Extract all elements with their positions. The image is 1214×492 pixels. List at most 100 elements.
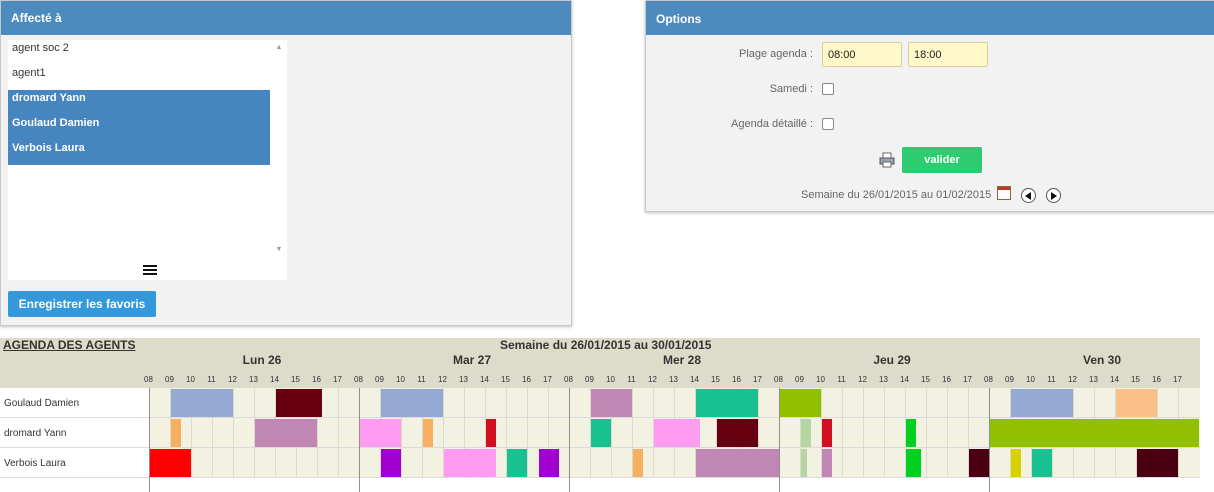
hour-separator [1115,448,1116,478]
hour-separator [485,388,486,418]
detailed-agenda-checkbox[interactable] [822,118,834,130]
hour-separator [947,388,948,418]
hour-separator [233,418,234,448]
appointment-block[interactable] [969,449,989,477]
hour-separator [191,418,192,448]
printer-icon[interactable] [879,152,895,168]
agent-list-item[interactable]: agent soc 2 [8,40,270,65]
save-favorites-button[interactable]: Enregistrer les favoris [8,291,156,317]
scroll-up-arrow-icon[interactable]: ▲ [273,44,285,54]
hour-separator [653,388,654,418]
appointment-block[interactable] [696,389,758,417]
appointment-block[interactable] [822,419,832,447]
appointment-block[interactable] [717,419,758,447]
day-separator [569,388,570,418]
appointment-block[interactable] [150,449,191,477]
hour-label: 16 [522,375,531,384]
agent-list-item[interactable]: agent1 [8,65,270,90]
agenda-row[interactable] [149,418,1200,448]
agent-row-name: Goulaud Damien [0,388,149,418]
agent-list-item[interactable]: Goulaud Damien [8,115,270,140]
day-label: Ven 30 [1082,353,1122,367]
appointment-block[interactable] [990,419,1199,447]
agent-list-item[interactable]: dromard Yann [8,90,270,115]
next-week-icon[interactable] [1046,188,1061,203]
appointment-block[interactable] [696,449,779,477]
end-time-input[interactable] [908,42,988,67]
start-time-input[interactable] [822,42,902,67]
agenda-row[interactable] [149,448,1200,478]
assigned-to-title: Affecté à [1,1,571,35]
hour-separator [653,448,654,478]
appointment-block[interactable] [906,449,921,477]
appointment-block[interactable] [255,419,317,447]
appointment-block[interactable] [171,389,233,417]
day-separator [359,388,360,418]
hour-separator [590,448,591,478]
appointment-block[interactable] [1032,449,1052,477]
appointment-block[interactable] [276,389,323,417]
hour-separator [527,388,528,418]
agenda-row[interactable] [149,388,1200,418]
hour-separator [674,388,675,418]
hour-separator [947,448,948,478]
hour-separator [758,388,759,418]
detailed-agenda-label: Agenda détaillé : [731,118,813,130]
hour-separator [905,388,906,418]
hour-label: 12 [648,375,657,384]
appointment-block[interactable] [633,449,643,477]
day-separator [569,478,570,492]
appointment-block[interactable] [423,419,433,447]
scroll-down-arrow-icon[interactable]: ▼ [273,246,285,256]
saturday-checkbox[interactable] [822,83,834,95]
hour-separator [863,388,864,418]
hour-label: 10 [816,375,825,384]
hour-separator [338,418,339,448]
appointment-block[interactable] [381,389,443,417]
appointment-block[interactable] [1137,449,1178,477]
range-label: Plage agenda : [738,48,813,60]
hour-separator [758,418,759,448]
appointment-block[interactable] [591,389,632,417]
appointment-block[interactable] [507,449,527,477]
appointment-block[interactable] [486,419,496,447]
hour-separator [443,388,444,418]
hour-label: 09 [585,375,594,384]
options-panel: Options Plage agenda : Samedi : Agenda d… [645,0,1214,212]
appointment-block[interactable] [538,449,559,477]
agenda-header: AGENDA DES AGENTS Semaine du 26/01/2015 … [0,338,1200,388]
hour-separator [464,418,465,448]
appointment-block[interactable] [381,449,401,477]
hour-label: 14 [1110,375,1119,384]
appointment-block[interactable] [1011,449,1021,477]
validate-button[interactable]: valider [902,147,982,173]
appointment-block[interactable] [444,449,496,477]
appointment-block[interactable] [801,449,807,477]
hour-separator [275,448,276,478]
hour-label: 17 [333,375,342,384]
hour-separator [884,388,885,418]
hour-label: 10 [186,375,195,384]
day-separator [779,448,780,478]
list-icon[interactable] [143,265,157,275]
previous-week-icon[interactable] [1021,188,1036,203]
day-label: Mar 27 [452,353,492,367]
appointment-block[interactable] [1011,389,1073,417]
appointment-block[interactable] [1116,389,1157,417]
hour-separator [191,448,192,478]
appointment-block[interactable] [591,419,611,447]
appointment-block[interactable] [822,449,832,477]
hour-label: 12 [858,375,867,384]
hour-separator [1073,448,1074,478]
appointment-block[interactable] [171,419,181,447]
appointment-block[interactable] [801,419,811,447]
appointment-block[interactable] [654,419,701,447]
agent-list-item[interactable]: Verbois Laura [8,140,270,165]
appointment-block[interactable] [360,419,401,447]
day-separator [149,418,150,448]
appointment-block[interactable] [780,389,821,417]
calendar-icon[interactable] [997,186,1011,200]
hour-label: 12 [438,375,447,384]
appointment-block[interactable] [906,419,916,447]
agent-listbox[interactable]: agent soc 2 agent1 dromard Yann Goulaud Dam… [8,40,287,280]
